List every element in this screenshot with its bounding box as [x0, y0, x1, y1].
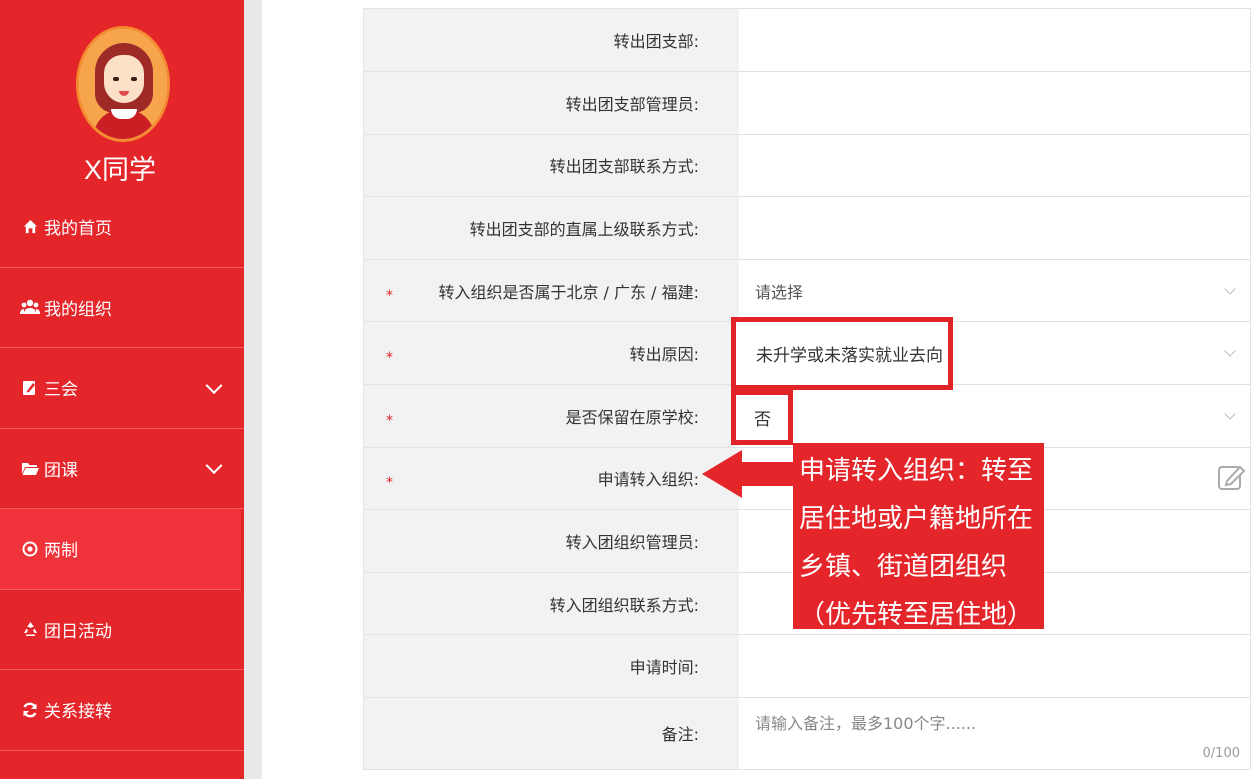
chevron-down-icon — [1224, 408, 1236, 420]
required-mark: * — [386, 349, 393, 366]
edit-icon[interactable] — [1216, 462, 1246, 492]
region-select[interactable]: 请选择 — [739, 259, 1250, 322]
required-mark: * — [386, 287, 393, 304]
apply-time-value — [739, 635, 1250, 697]
recycle-icon — [20, 621, 40, 637]
sidebar-nav: 我的首页 我的组织 三会 团课 两制 团日活动 关系接转 — [0, 187, 244, 751]
field-label: 转入团组织联系方式: — [364, 572, 739, 635]
field-label: 转出团支部: — [364, 9, 739, 71]
field-label: 转出团支部联系方式: — [364, 134, 739, 197]
edit-icon — [20, 380, 40, 396]
home-icon — [20, 219, 40, 234]
reason-highlight[interactable]: 未升学或未落实就业去向 — [731, 317, 953, 390]
avatar[interactable] — [76, 26, 170, 142]
sidebar-item-label: 团课 — [44, 460, 78, 481]
field-label: 申请转入组织: — [597, 470, 699, 490]
remark-placeholder: 请输入备注，最多100个字...... — [755, 713, 977, 733]
keep-school-select[interactable] — [739, 384, 1250, 447]
arrow-left-icon — [702, 450, 798, 498]
chevron-down-icon — [1224, 345, 1236, 357]
out-branch-value — [739, 9, 1250, 71]
refresh-icon — [20, 702, 40, 718]
out-branch-contact-value — [739, 134, 1250, 197]
sidebar-item-label: 团日活动 — [44, 621, 112, 642]
sidebar-item-transfer[interactable]: 关系接转 — [0, 670, 244, 751]
field-label: 是否保留在原学校: — [565, 407, 699, 427]
chevron-down-icon[interactable] — [205, 457, 223, 475]
sidebar-item-label: 我的组织 — [44, 299, 112, 320]
sidebar-item-two-systems[interactable]: 两制 — [0, 509, 241, 590]
sidebar-item-league-day[interactable]: 团日活动 — [0, 590, 244, 670]
field-label: 转入团组织管理员: — [364, 510, 739, 572]
reason-value: 未升学或未落实就业去向 — [756, 346, 943, 366]
sidebar-item-label: 关系接转 — [44, 702, 112, 723]
sidebar: X同学 我的首页 我的组织 三会 团课 两制 团日活动 关系接转 — [0, 0, 244, 779]
sidebar-item-league-class[interactable]: 团课 — [0, 429, 244, 509]
username: X同学 — [83, 155, 156, 185]
superior-contact-value — [739, 197, 1250, 259]
users-icon — [20, 299, 40, 315]
field-label: 转入组织是否属于北京 / 广东 / 福建: — [438, 282, 699, 302]
required-mark: * — [386, 412, 393, 429]
sidebar-item-home[interactable]: 我的首页 — [0, 187, 244, 268]
form-row-region: * 转入组织是否属于北京 / 广东 / 福建: 请选择 — [363, 259, 1251, 323]
folder-icon — [20, 461, 40, 476]
required-mark: * — [386, 475, 393, 492]
remark-textarea[interactable]: 请输入备注，最多100个字...... 0/100 — [739, 697, 1250, 769]
out-branch-admin-value — [739, 72, 1250, 134]
field-label: 转出团支部管理员: — [364, 72, 739, 134]
field-label: 备注: — [364, 697, 739, 769]
select-placeholder: 请选择 — [755, 282, 804, 302]
keep-school-highlight[interactable]: 否 — [731, 390, 793, 445]
form-row-keep-school: * 是否保留在原学校: — [363, 384, 1251, 448]
target-icon — [20, 541, 40, 557]
chevron-down-icon[interactable] — [205, 376, 223, 394]
sidebar-item-label: 两制 — [44, 541, 78, 562]
field-label: 转出团支部的直属上级联系方式: — [364, 197, 739, 259]
sidebar-item-label: 三会 — [44, 380, 78, 401]
form-row-remark: 备注: 请输入备注，最多100个字...... 0/100 — [363, 697, 1251, 770]
profile-block: X同学 — [0, 0, 244, 187]
sidebar-gutter — [244, 0, 262, 779]
form-row-out-branch-admin: 转出团支部管理员: — [363, 72, 1251, 135]
sidebar-item-label: 我的首页 — [44, 219, 112, 240]
form-row-superior-contact: 转出团支部的直属上级联系方式: — [363, 197, 1251, 260]
char-counter: 0/100 — [1202, 745, 1240, 761]
form-row-apply-time: 申请时间: — [363, 635, 1251, 698]
sidebar-item-three-meetings[interactable]: 三会 — [0, 348, 244, 429]
chevron-down-icon — [1224, 282, 1236, 295]
annotation-callout: 申请转入组织：转至居住地或户籍地所在乡镇、街道团组织（优先转至居住地） — [793, 443, 1044, 630]
form-row-out-branch-contact: 转出团支部联系方式: — [363, 134, 1251, 198]
form-row-out-branch: 转出团支部: — [363, 9, 1251, 72]
field-label: 转出原因: — [629, 345, 699, 365]
field-label: 申请时间: — [364, 635, 739, 697]
keep-school-value: 否 — [754, 410, 771, 430]
sidebar-item-my-org[interactable]: 我的组织 — [0, 268, 244, 348]
